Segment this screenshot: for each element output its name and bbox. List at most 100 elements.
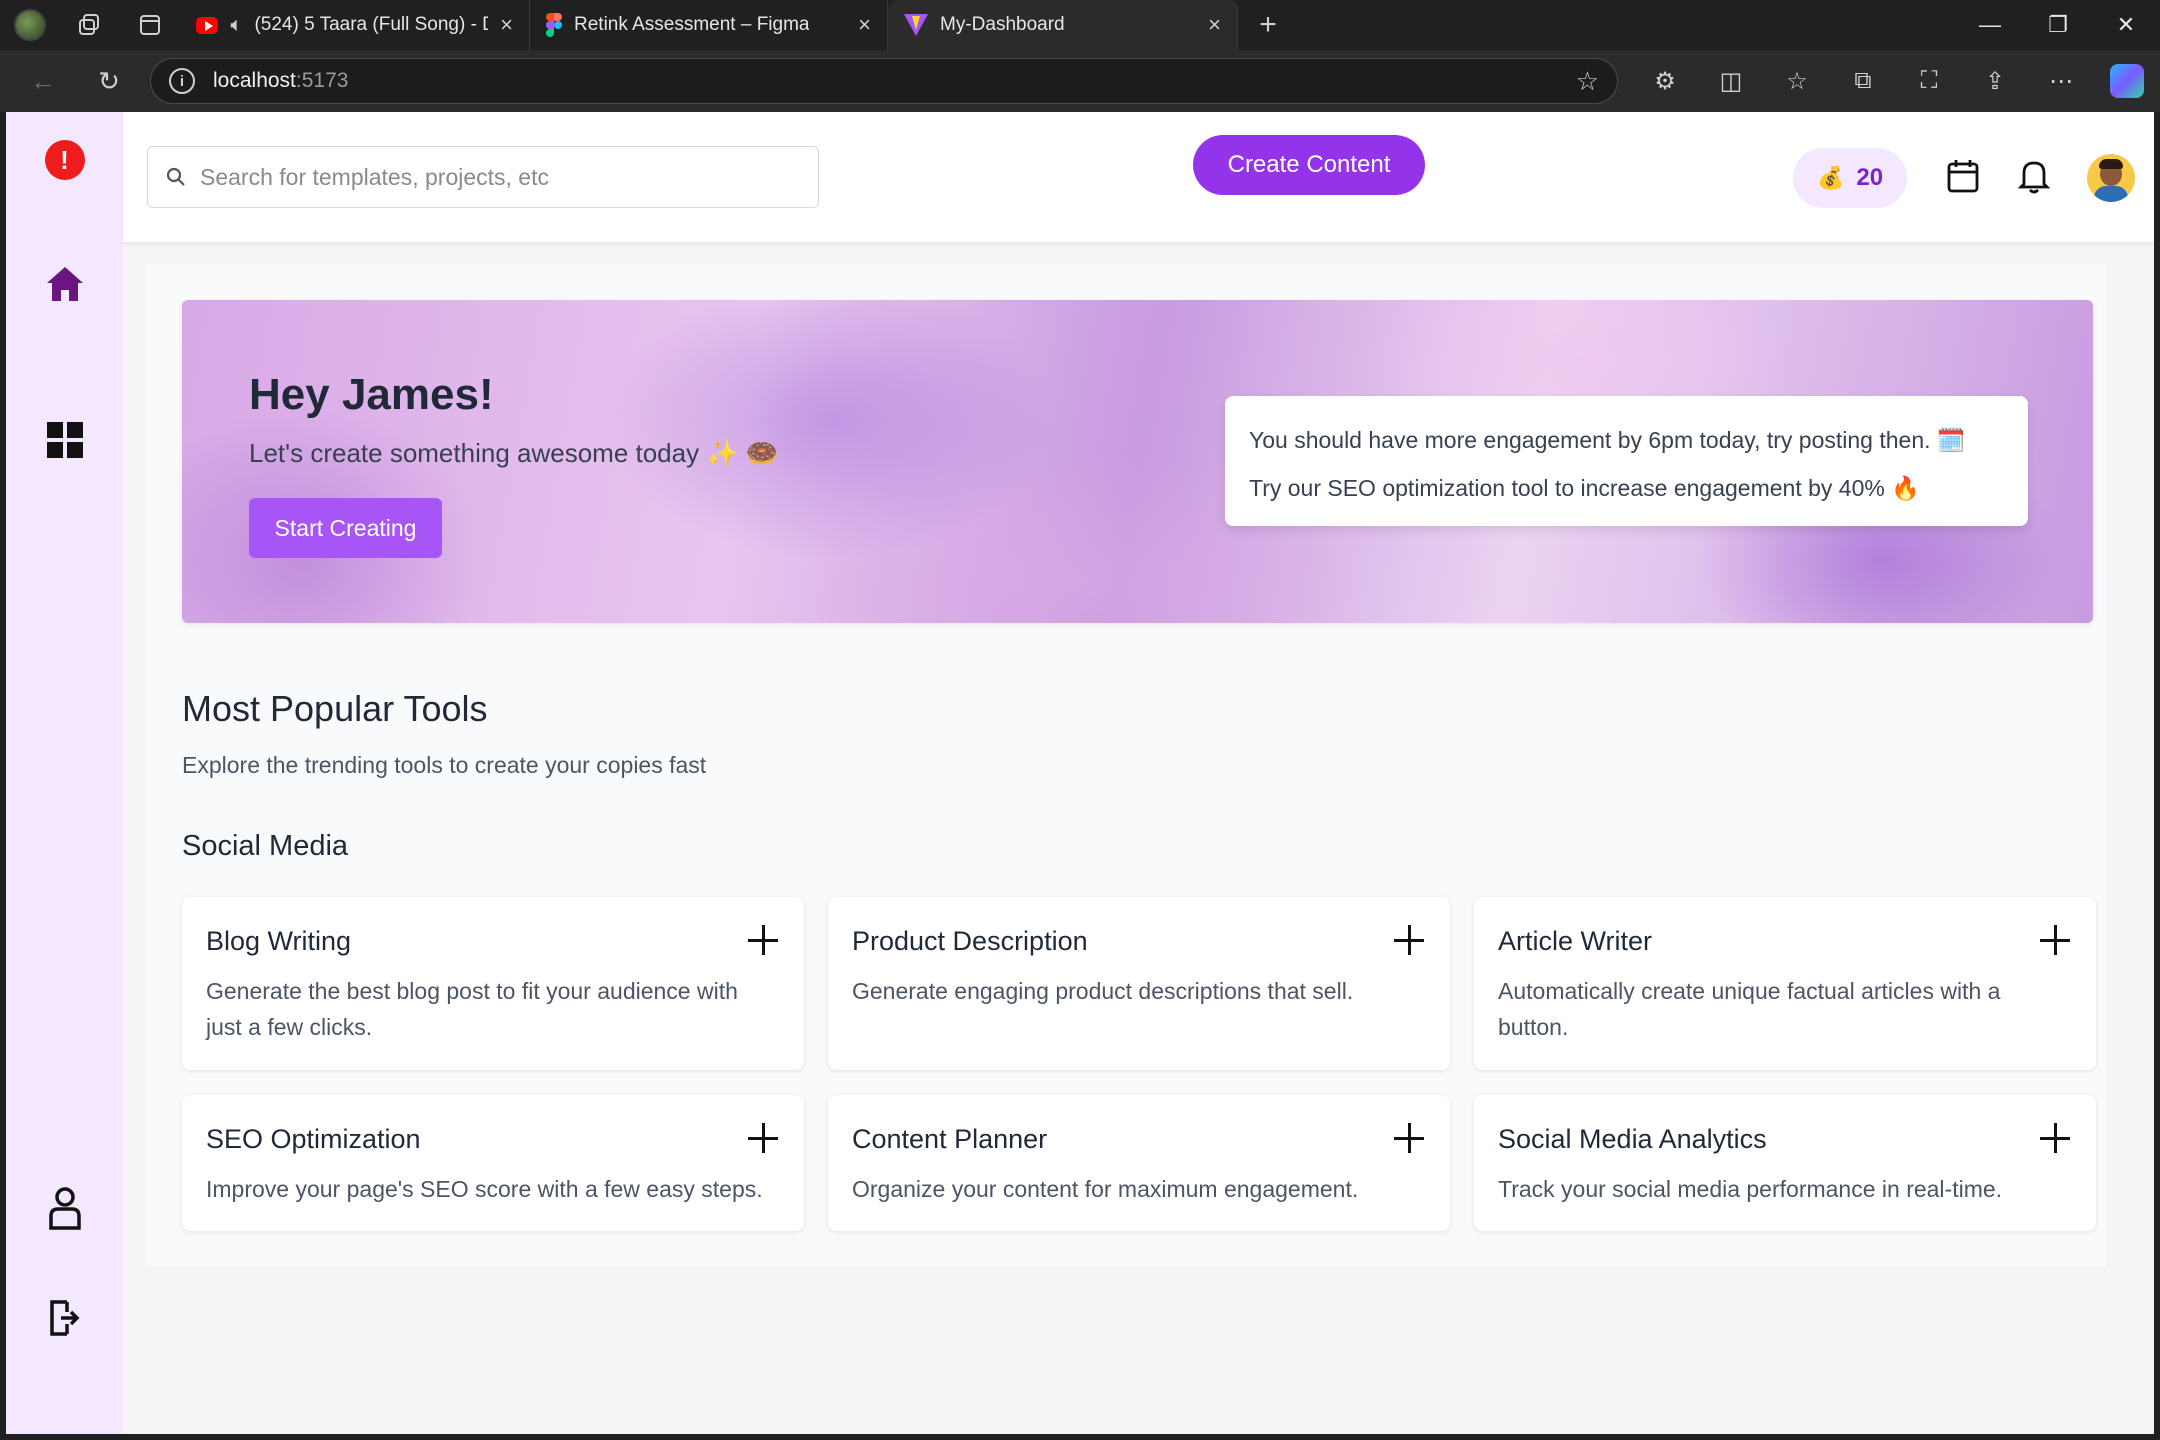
alert-icon: ! — [44, 140, 85, 180]
sidebar-item-dashboard[interactable] — [6, 410, 123, 470]
back-icon[interactable]: ← — [10, 50, 76, 112]
figma-icon — [546, 13, 562, 37]
add-icon[interactable] — [2040, 925, 2070, 955]
close-window-icon[interactable]: ✕ — [2092, 0, 2160, 50]
browser-tab-dashboard[interactable]: My-Dashboard × — [888, 0, 1238, 50]
speaker-icon[interactable]: 🔈︎ — [230, 14, 242, 37]
sidebar-alert[interactable]: ! — [6, 130, 123, 190]
new-tab-icon[interactable]: + — [1238, 0, 1298, 50]
url-text: localhost:5173 — [213, 69, 348, 93]
vite-icon — [904, 14, 928, 36]
browser-tab-youtube[interactable]: 🔈︎ (524) 5 Taara (Full Song) - Dil × — [180, 0, 530, 50]
start-creating-button[interactable]: Start Creating — [249, 498, 442, 558]
tool-description: Improve your page's SEO score with a few… — [206, 1176, 763, 1202]
extensions-icon[interactable]: ⚙︎ — [1632, 50, 1698, 112]
url-field[interactable]: i localhost:5173 ☆ — [150, 58, 1618, 104]
sidebar-item-logout[interactable] — [6, 1288, 123, 1348]
tool-description: Automatically create unique factual arti… — [1498, 978, 2001, 1040]
copilot-icon[interactable] — [2094, 50, 2160, 112]
share-icon[interactable]: ⇪ — [1962, 50, 2028, 112]
workspaces-icon[interactable] — [60, 0, 120, 50]
logout-icon — [49, 1300, 79, 1336]
tool-description: Generate the best blog post to fit your … — [206, 978, 738, 1040]
minimize-icon[interactable]: — — [1956, 0, 2024, 50]
tool-card-social-media-analytics[interactable]: Social Media Analytics Track your social… — [1474, 1095, 2096, 1231]
tool-card-seo-optimization[interactable]: SEO Optimization Improve your page's SEO… — [182, 1095, 804, 1231]
calendar-icon — [1947, 160, 1979, 193]
split-screen-icon[interactable]: ◫ — [1698, 50, 1764, 112]
user-avatar[interactable] — [2087, 154, 2135, 202]
home-icon — [46, 267, 83, 301]
tool-name: Social Media Analytics — [1498, 1124, 1767, 1154]
search-icon — [166, 167, 185, 186]
tool-card-article-writer[interactable]: Article Writer Automatically create uniq… — [1474, 897, 2096, 1070]
sidebar-item-profile[interactable] — [6, 1178, 123, 1238]
search-box[interactable] — [147, 146, 819, 208]
reload-icon[interactable]: ↻ — [76, 50, 142, 112]
tool-name: Product Description — [852, 926, 1088, 956]
welcome-banner: Hey James! Let's create something awesom… — [182, 300, 2093, 623]
greeting-subtitle: Let's create something awesome today ✨ 🍩 — [249, 438, 779, 468]
insight-tip: Try our SEO optimization tool to increas… — [1249, 475, 1920, 501]
browser-toolbar: ⚙︎ ◫ ☆ ⧉ ⛶ ⇪ ⋯ — [1632, 50, 2160, 112]
credits-count: 20 — [1856, 164, 1884, 191]
add-icon[interactable] — [748, 1123, 778, 1153]
section-title: Most Popular Tools — [182, 688, 488, 729]
tool-name: Article Writer — [1498, 926, 1653, 956]
favorite-star-icon[interactable]: ☆ — [1576, 66, 1599, 97]
favorites-icon[interactable]: ☆ — [1764, 50, 1830, 112]
greeting-title: Hey James! — [249, 370, 494, 419]
category-title: Social Media — [182, 830, 349, 862]
tool-name: Content Planner — [852, 1124, 1048, 1154]
add-icon[interactable] — [748, 925, 778, 955]
add-icon[interactable] — [1394, 1123, 1424, 1153]
url-port: :5173 — [295, 69, 349, 92]
tab-title: Retink Assessment – Figma — [574, 14, 810, 35]
restore-icon[interactable]: ❐ — [2024, 0, 2092, 50]
grid-icon — [46, 422, 83, 458]
bell-icon — [2018, 161, 2050, 194]
window-controls: — ❐ ✕ — [1956, 0, 2160, 50]
money-bag-icon: 💰 — [1816, 165, 1845, 190]
site-info-icon[interactable]: i — [169, 68, 195, 94]
section-subtitle: Explore the trending tools to create you… — [182, 752, 707, 778]
tool-description: Generate engaging product descriptions t… — [852, 978, 1354, 1004]
tool-description: Organize your content for maximum engage… — [852, 1176, 1359, 1202]
credits-badge[interactable]: 💰 20 — [1793, 148, 1907, 208]
browser-address-bar: ← ↻ i localhost:5173 ☆ ⚙︎ ◫ ☆ ⧉ ⛶ ⇪ ⋯ — [0, 50, 2160, 112]
add-icon[interactable] — [1394, 925, 1424, 955]
app-viewport: ! Create Content 💰 20 — [6, 112, 2154, 1434]
browser-tab-strip: 🔈︎ (524) 5 Taara (Full Song) - Dil × Ret… — [0, 0, 2160, 50]
collections-icon[interactable]: ⧉ — [1830, 50, 1896, 112]
browser-tab-figma[interactable]: Retink Assessment – Figma × — [530, 0, 888, 50]
tool-description: Track your social media performance in r… — [1498, 1176, 2003, 1202]
close-tab-icon[interactable]: × — [858, 12, 871, 38]
screenshot-icon[interactable]: ⛶ — [1896, 50, 1962, 112]
user-icon — [48, 1187, 81, 1230]
insight-tip: You should have more engagement by 6pm t… — [1249, 427, 1966, 453]
more-menu-icon[interactable]: ⋯ — [2028, 50, 2094, 112]
sidebar-item-home[interactable] — [6, 254, 123, 314]
add-icon[interactable] — [2040, 1123, 2070, 1153]
insights-card: You should have more engagement by 6pm t… — [1225, 396, 2028, 526]
tool-name: Blog Writing — [206, 926, 352, 956]
close-tab-icon[interactable]: × — [500, 12, 513, 38]
tab-actions-icon[interactable] — [120, 0, 180, 50]
create-content-button[interactable]: Create Content — [1193, 135, 1425, 195]
url-host: localhost — [213, 69, 296, 92]
top-header: Create Content 💰 20 — [123, 112, 2154, 242]
sidebar: ! — [6, 112, 123, 1434]
tool-card-blog-writing[interactable]: Blog Writing Generate the best blog post… — [182, 897, 804, 1070]
tab-title: (524) 5 Taara (Full Song) - Dil — [254, 14, 489, 35]
search-input[interactable] — [200, 163, 800, 191]
main-content: Hey James! Let's create something awesom… — [146, 264, 2106, 1266]
notifications-button[interactable] — [2014, 156, 2054, 196]
tab-title: My-Dashboard — [940, 14, 1065, 35]
calendar-button[interactable] — [1943, 156, 1983, 196]
tool-card-product-description[interactable]: Product Description Generate engaging pr… — [828, 897, 1450, 1070]
youtube-icon — [196, 16, 219, 34]
tool-name: SEO Optimization — [206, 1124, 421, 1154]
profile-avatar-icon[interactable] — [0, 0, 60, 50]
close-tab-icon[interactable]: × — [1208, 12, 1221, 38]
tool-card-content-planner[interactable]: Content Planner Organize your content fo… — [828, 1095, 1450, 1231]
